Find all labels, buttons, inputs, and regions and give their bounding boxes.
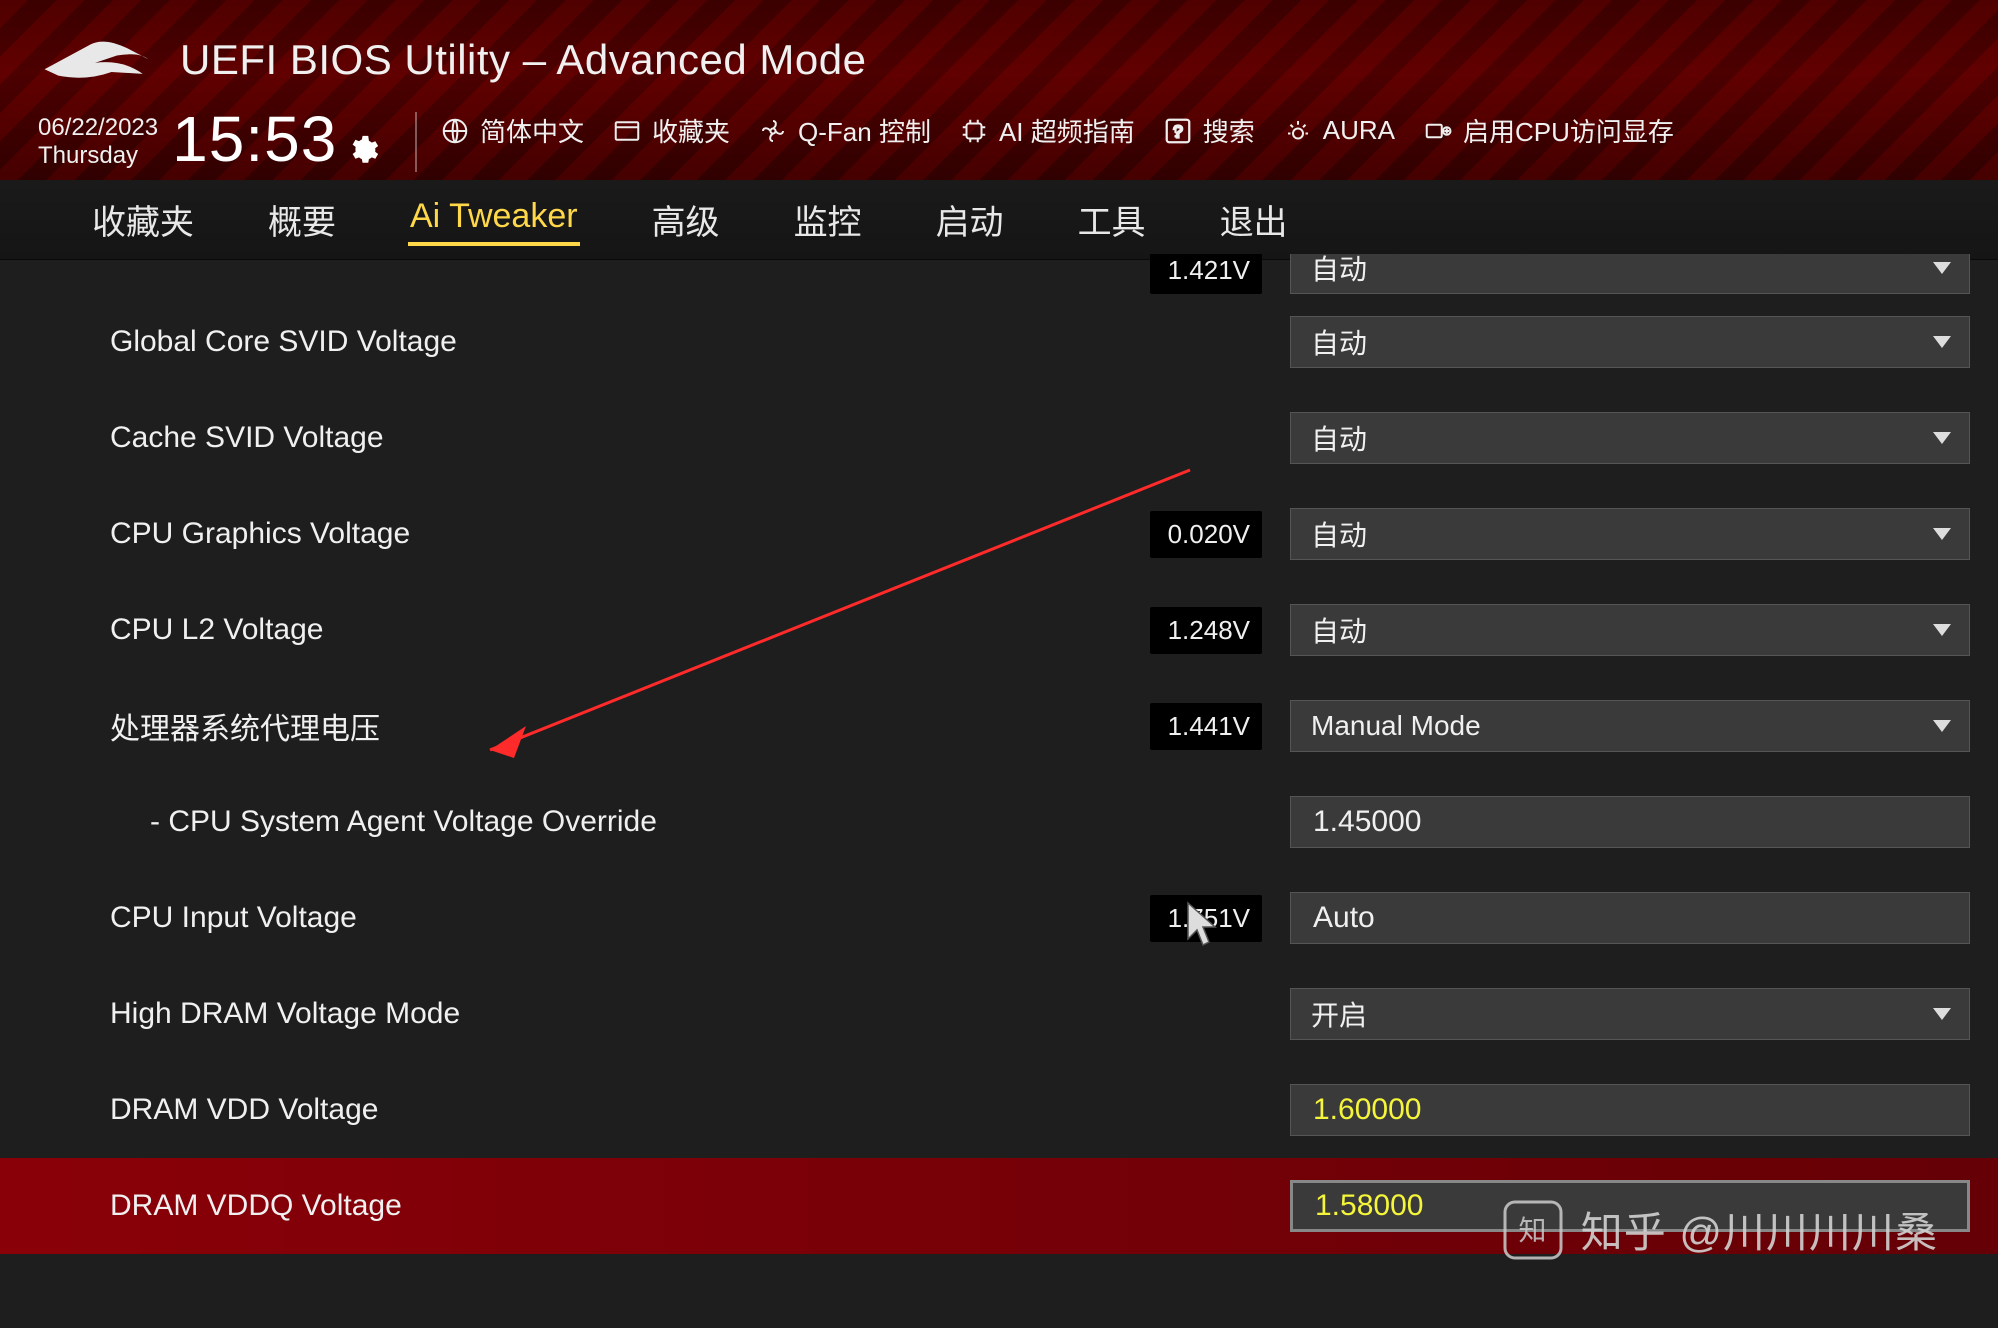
tab-advanced[interactable]: 高级 [650, 191, 722, 248]
setting-row-cut[interactable]: 1.421V 自动 [0, 254, 1998, 294]
tab-main[interactable]: 概要 [266, 191, 338, 248]
setting-row-cpu-l2-voltage[interactable]: CPU L2 Voltage 1.248V 自动 [0, 582, 1998, 678]
textfield-value: 1.58000 [1315, 1189, 1423, 1223]
zhihu-icon: 知 [1503, 1200, 1563, 1260]
action-favorites[interactable]: 收藏夹 [612, 112, 730, 149]
bios-header: UEFI BIOS Utility – Advanced Mode 06/22/… [0, 0, 1998, 180]
setting-label: CPU L2 Voltage [110, 613, 1150, 647]
setting-dropdown[interactable]: 自动 [1290, 412, 1970, 464]
chevron-down-icon [1933, 336, 1951, 348]
setting-row-sa-voltage-override[interactable]: - CPU System Agent Voltage Override . 1.… [0, 774, 1998, 870]
setting-readout: 1.248V [1150, 607, 1262, 654]
action-favorites-label: 收藏夹 [652, 112, 730, 149]
watermark: 知 知乎 @川川川川桑 [1503, 1199, 1938, 1260]
tab-exit[interactable]: 退出 [1218, 191, 1290, 248]
setting-label: CPU Graphics Voltage [110, 517, 1150, 551]
dropdown-value: 自动 [1311, 610, 1367, 650]
tab-boot[interactable]: 启动 [934, 191, 1006, 248]
setting-dropdown[interactable]: 开启 [1290, 988, 1970, 1040]
action-ai-oc-label: AI 超频指南 [999, 112, 1135, 149]
action-qfan-label: Q-Fan 控制 [798, 112, 931, 149]
setting-row-cpu-system-agent-voltage[interactable]: 处理器系统代理电压 1.441V Manual Mode [0, 678, 1998, 774]
setting-row-global-core-svid[interactable]: Global Core SVID Voltage . 自动 [0, 294, 1998, 390]
main-nav-tabs: 收藏夹 概要 Ai Tweaker 高级 监控 启动 工具 退出 [0, 180, 1998, 260]
setting-readout: 0.020V [1150, 511, 1262, 558]
action-resize-bar-label: 启用CPU访问显存 [1463, 112, 1674, 149]
svg-text:知: 知 [1518, 1215, 1547, 1246]
setting-row-cache-svid[interactable]: Cache SVID Voltage . 自动 [0, 390, 1998, 486]
setting-label: 处理器系统代理电压 [110, 704, 1150, 748]
setting-label: - CPU System Agent Voltage Override [110, 805, 1150, 839]
dropdown-value: 开启 [1311, 994, 1367, 1034]
chevron-down-icon [1933, 1008, 1951, 1020]
action-qfan[interactable]: Q-Fan 控制 [758, 112, 931, 149]
setting-label: CPU Input Voltage [110, 901, 1150, 935]
bios-time[interactable]: 15:53 [172, 102, 337, 176]
setting-textfield[interactable]: Auto [1290, 892, 1970, 944]
setting-label: Cache SVID Voltage [110, 421, 1150, 455]
setting-label: DRAM VDD Voltage [110, 1093, 1150, 1127]
chevron-down-icon [1933, 624, 1951, 636]
top-action-bar: 简体中文 收藏夹 Q-Fan 控制 AI 超频指南 ? 搜索 AURA [440, 112, 1674, 149]
chevron-down-icon [1933, 432, 1951, 444]
setting-row-dram-vdd-voltage[interactable]: DRAM VDD Voltage . 1.60000 [0, 1062, 1998, 1158]
action-search[interactable]: ? 搜索 [1163, 112, 1255, 149]
setting-label: High DRAM Voltage Mode [110, 997, 1150, 1031]
bios-date: 06/22/2023 [38, 114, 158, 142]
dropdown-value: 自动 [1311, 514, 1367, 554]
action-aura[interactable]: AURA [1283, 115, 1395, 146]
rog-logo-icon [40, 28, 150, 83]
action-resize-bar[interactable]: 启用CPU访问显存 [1423, 112, 1674, 149]
watermark-text: 知乎 @川川川川桑 [1581, 1199, 1938, 1260]
setting-readout: 1.441V [1150, 703, 1262, 750]
bios-day-of-week: Thursday [38, 142, 158, 170]
dropdown-value: Manual Mode [1311, 710, 1481, 742]
setting-label [110, 260, 1150, 294]
textfield-value: Auto [1313, 901, 1375, 935]
chevron-down-icon [1933, 528, 1951, 540]
setting-dropdown[interactable]: Manual Mode [1290, 700, 1970, 752]
settings-panel: 1.421V 自动 Global Core SVID Voltage . 自动 [0, 260, 1998, 1328]
textfield-value: 1.60000 [1313, 1093, 1421, 1127]
setting-row-high-dram-voltage-mode[interactable]: High DRAM Voltage Mode . 开启 [0, 966, 1998, 1062]
setting-dropdown[interactable]: 自动 [1290, 254, 1970, 294]
tab-favorites[interactable]: 收藏夹 [90, 191, 196, 248]
gear-icon[interactable] [345, 108, 379, 182]
setting-dropdown[interactable]: 自动 [1290, 316, 1970, 368]
setting-readout: 1.751V [1150, 895, 1262, 942]
dropdown-value: 自动 [1311, 322, 1367, 362]
tab-ai-tweaker[interactable]: Ai Tweaker [408, 193, 580, 246]
tab-tool[interactable]: 工具 [1076, 191, 1148, 248]
chevron-down-icon [1933, 720, 1951, 732]
action-aura-label: AURA [1323, 115, 1395, 146]
setting-dropdown[interactable]: 自动 [1290, 604, 1970, 656]
setting-textfield[interactable]: 1.60000 [1290, 1084, 1970, 1136]
dropdown-value: 自动 [1311, 254, 1367, 288]
setting-label: Global Core SVID Voltage [110, 325, 1150, 359]
action-ai-oc[interactable]: AI 超频指南 [959, 112, 1135, 149]
svg-text:?: ? [1173, 121, 1183, 141]
bios-title: UEFI BIOS Utility – Advanced Mode [180, 36, 866, 84]
setting-readout: 1.421V [1150, 254, 1262, 294]
divider [415, 112, 417, 172]
tab-monitor[interactable]: 监控 [792, 191, 864, 248]
dropdown-value: 自动 [1311, 418, 1367, 458]
setting-label: DRAM VDDQ Voltage [110, 1189, 1150, 1223]
datetime-block: 06/22/2023 Thursday 15:53 [38, 102, 439, 182]
setting-row-cpu-input-voltage[interactable]: CPU Input Voltage 1.751V Auto [0, 870, 1998, 966]
textfield-value: 1.45000 [1313, 805, 1421, 839]
chevron-down-icon [1933, 262, 1951, 274]
setting-dropdown[interactable]: 自动 [1290, 508, 1970, 560]
action-search-label: 搜索 [1203, 112, 1255, 149]
setting-textfield[interactable]: 1.45000 [1290, 796, 1970, 848]
setting-row-cpu-graphics-voltage[interactable]: CPU Graphics Voltage 0.020V 自动 [0, 486, 1998, 582]
action-language[interactable]: 简体中文 [440, 112, 584, 149]
action-language-label: 简体中文 [480, 112, 584, 149]
